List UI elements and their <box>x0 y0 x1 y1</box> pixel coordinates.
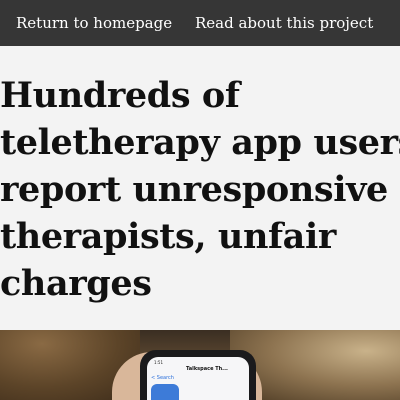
image-phone-status-time: 1:51 <box>154 360 163 365</box>
headline-line: report unresponsive <box>0 169 388 210</box>
read-about-project-link[interactable]: Read about this project <box>195 14 373 32</box>
top-nav-bar: Return to homepage Read about this proje… <box>0 0 400 46</box>
return-to-homepage-link[interactable]: Return to homepage <box>16 14 172 32</box>
app-icon <box>151 384 179 400</box>
image-phone-app-name: Talkspace Th... <box>186 366 228 372</box>
image-phone-back-label: < Search <box>151 375 174 381</box>
headline-line: Hundreds of <box>0 75 240 116</box>
headline-line: therapists, unfair <box>0 216 336 257</box>
headline-line: teletherapy app users <box>0 122 400 163</box>
article-headline: Hundreds of teletherapy app users report… <box>0 72 400 307</box>
headline-line: charges <box>0 263 152 304</box>
article-hero-image: 1:51 < Search Talkspace Th... <box>0 330 400 400</box>
